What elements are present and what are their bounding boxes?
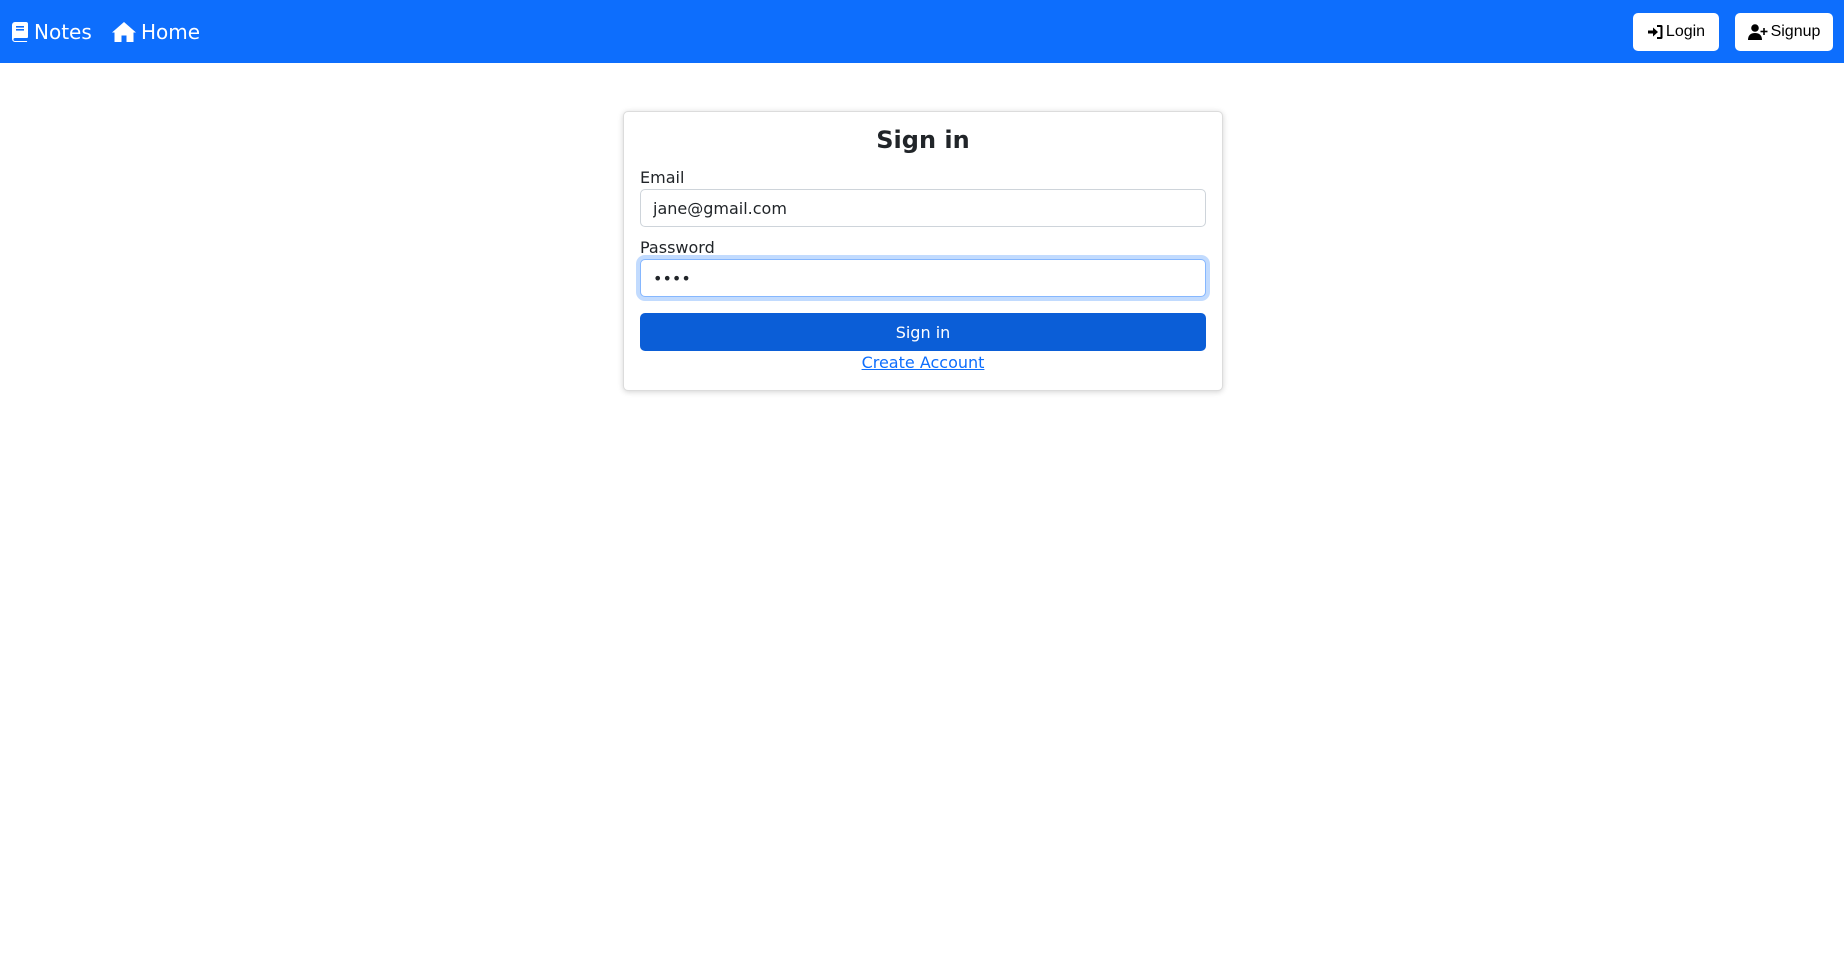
create-account-row: Create Account — [624, 353, 1222, 372]
signin-title: Sign in — [876, 126, 970, 154]
password-label: Password — [640, 238, 715, 257]
login-button[interactable]: Login — [1633, 13, 1719, 51]
book-icon — [12, 22, 28, 42]
signin-card: Sign in Email Password Sign in Create Ac… — [623, 111, 1223, 391]
sign-in-button[interactable]: Sign in — [640, 313, 1206, 351]
password-field[interactable] — [640, 259, 1206, 297]
email-field[interactable] — [640, 189, 1206, 227]
create-account-link[interactable]: Create Account — [862, 353, 985, 372]
brand-label: Notes — [34, 20, 92, 44]
home-label: Home — [141, 20, 201, 44]
home-icon — [112, 22, 136, 42]
sign-in-icon — [1647, 24, 1666, 40]
user-plus-icon — [1747, 24, 1771, 40]
top-navbar: Notes Home Login Signup — [0, 0, 1844, 63]
login-label: Login — [1665, 23, 1706, 40]
home-link[interactable]: Home — [112, 19, 200, 45]
brand-link[interactable]: Notes — [12, 19, 92, 45]
signup-label: Signup — [1770, 23, 1821, 40]
signup-button[interactable]: Signup — [1735, 13, 1833, 51]
email-label: Email — [640, 168, 685, 187]
